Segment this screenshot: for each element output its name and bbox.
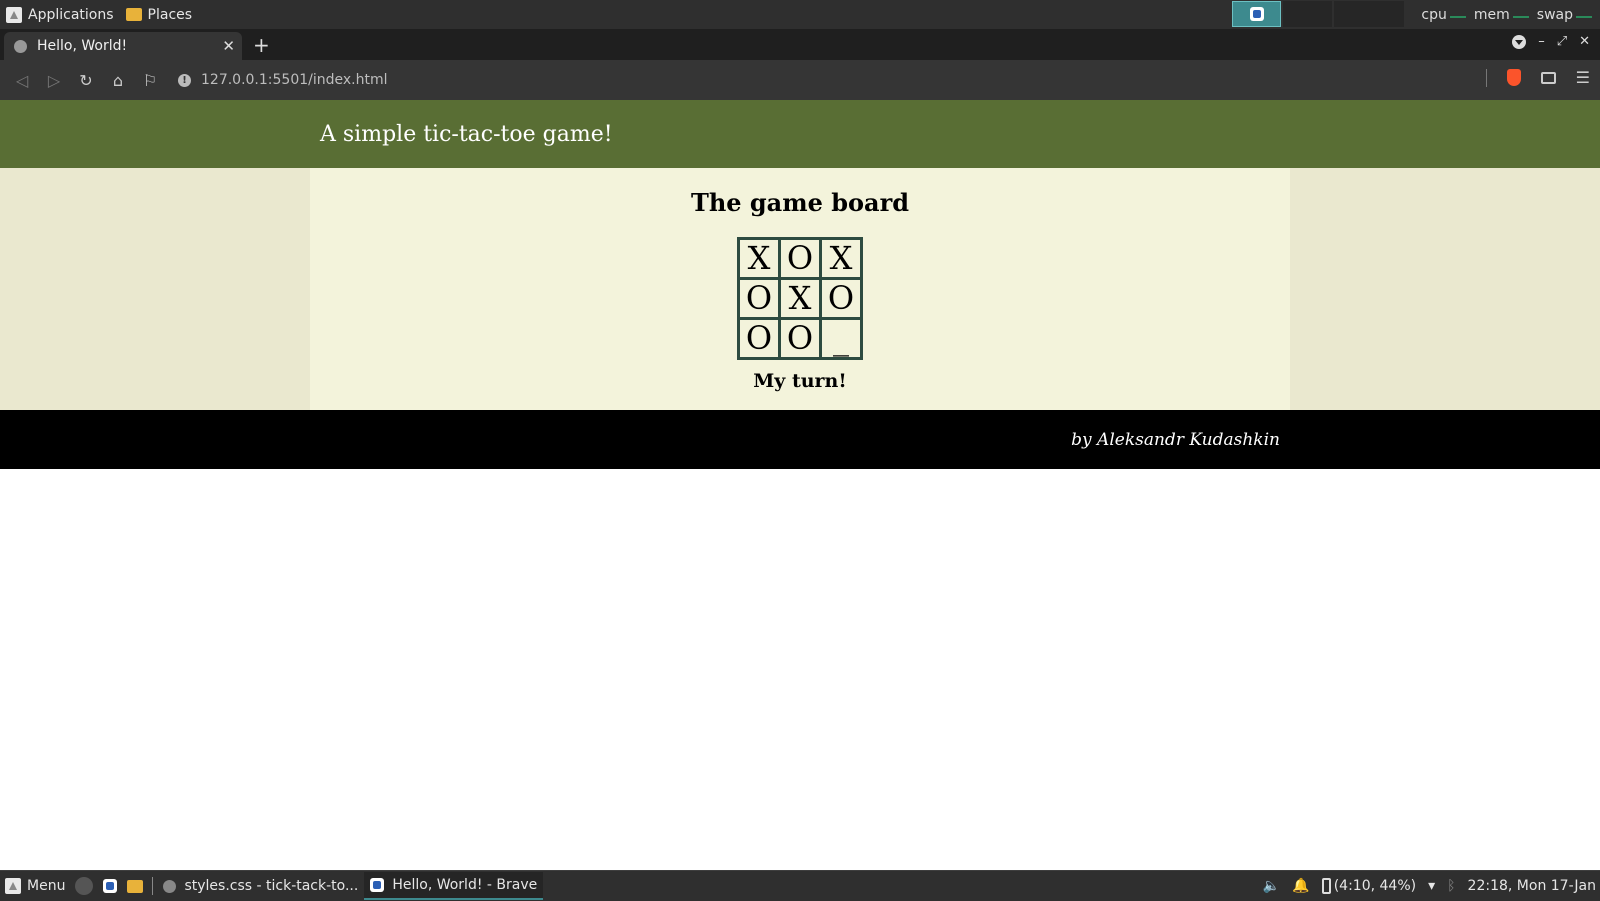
board-cell[interactable]: X [778,277,822,320]
board-cell[interactable]: O [737,317,781,360]
footer-author: by Aleksandr Kudashkin [1071,429,1280,450]
bluetooth-icon[interactable]: ᛒ [1447,878,1455,894]
clock[interactable]: 22:18, Mon 17-Jan [1468,878,1596,894]
main-wrapper: The game board X O X O X O O O _ My turn… [0,168,1600,410]
address-bar[interactable]: ! 127.0.0.1:5501/index.html [178,68,388,92]
places-label: Places [147,6,193,23]
board-cell[interactable]: O [778,317,822,360]
back-icon[interactable]: ◁ [6,71,38,90]
menu-label: Menu [27,878,66,894]
globe-icon [14,39,27,53]
board-cell[interactable]: X [737,237,781,280]
brave-shields-icon[interactable] [1506,69,1521,86]
applications-label: Applications [28,6,114,23]
task-styles-css[interactable]: styles.css - tick-tack-to... [157,872,364,900]
system-monitors: cpu mem swap [1421,0,1600,29]
web-page: A simple tic-tac-toe game! The game boar… [0,100,1600,870]
task-label: Hello, World! - Brave [392,877,538,893]
new-tab-button[interactable]: + [253,33,270,57]
wifi-icon[interactable]: ▾ [1428,878,1435,894]
volume-icon[interactable]: 🔈 [1263,878,1280,894]
battery-text: (4:10, 44%) [1333,878,1417,894]
menu-icon[interactable]: ☰ [1576,68,1590,87]
applications-menu[interactable]: Applications [0,0,120,29]
minimize-icon[interactable]: – [1538,34,1545,49]
start-menu-button[interactable]: Menu [0,871,70,901]
taskbar: Menu styles.css - tick-tack-to... Hello,… [0,870,1600,901]
site-title: A simple tic-tac-toe game! [320,121,613,147]
files-launcher-icon[interactable] [127,879,144,893]
task-brave-window[interactable]: Hello, World! - Brave [364,872,544,900]
tab-search-icon[interactable] [1512,34,1527,49]
system-tray: 🔈 🔔 (4:10, 44%) ▾ ᛒ 22:18, Mon 17-Jan [1263,871,1596,901]
brave-icon [1249,7,1264,21]
wallet-icon[interactable] [1540,71,1556,84]
folder-icon [125,8,142,21]
tab-title: Hello, World! [37,38,128,54]
maximize-icon[interactable]: ⤢ [1557,34,1567,49]
workspace-1[interactable] [1232,1,1281,27]
turn-status: My turn! [753,370,847,392]
reload-icon[interactable]: ↻ [70,71,102,90]
tab-bar: Hello, World! ✕ [0,30,1600,60]
workspace-3[interactable] [1334,1,1404,27]
mem-monitor: mem [1474,7,1529,23]
close-window-icon[interactable]: ✕ [1579,34,1590,49]
board-cell[interactable]: _ [819,317,863,360]
task-label: styles.css - tick-tack-to... [184,878,359,894]
toolbar-right: ☰ [1485,68,1590,87]
forward-icon[interactable]: ▷ [38,71,70,90]
notifications-icon[interactable]: 🔔 [1292,878,1309,894]
site-header: A simple tic-tac-toe game! [0,100,1600,168]
battery-indicator[interactable]: (4:10, 44%) [1321,878,1417,894]
game-board: X O X O X O O O _ [737,237,863,360]
cpu-label: cpu [1421,6,1447,23]
board-cell[interactable]: X [819,237,863,280]
close-tab-icon[interactable]: ✕ [222,37,235,55]
battery-icon [1321,878,1331,894]
board-cell[interactable]: O [737,277,781,320]
brave-icon [370,878,385,892]
terminal-icon[interactable] [75,877,94,895]
taskbar-divider [152,877,154,895]
toolbar-divider [1485,68,1487,87]
board-cell[interactable]: O [778,237,822,280]
main-content: The game board X O X O X O O O _ My turn… [310,168,1290,410]
workspace-2[interactable] [1283,1,1332,27]
distro-logo-icon [5,878,21,894]
url-text: 127.0.0.1:5501/index.html [201,72,388,88]
board-row: X O X [737,237,863,280]
board-row: O X O [737,277,863,320]
site-info-icon[interactable]: ! [178,73,191,87]
mem-label: mem [1473,6,1510,23]
board-heading: The game board [690,188,910,217]
bookmark-icon[interactable]: ⚐ [134,71,166,90]
cpu-monitor: cpu [1421,6,1466,23]
site-footer: by Aleksandr Kudashkin [0,410,1600,469]
home-icon[interactable]: ⌂ [102,71,134,90]
swap-monitor: swap [1537,7,1592,23]
swap-label: swap [1536,6,1573,23]
board-row: O O _ [737,317,863,360]
places-menu[interactable]: Places [120,0,199,29]
brave-launcher-icon[interactable] [103,879,118,893]
distro-logo-icon [6,6,22,23]
window-controls: – ⤢ ✕ [1512,34,1590,49]
tab-hello-world[interactable]: Hello, World! ✕ [4,32,242,60]
editor-icon [163,879,177,893]
board-cell[interactable]: O [819,277,863,320]
